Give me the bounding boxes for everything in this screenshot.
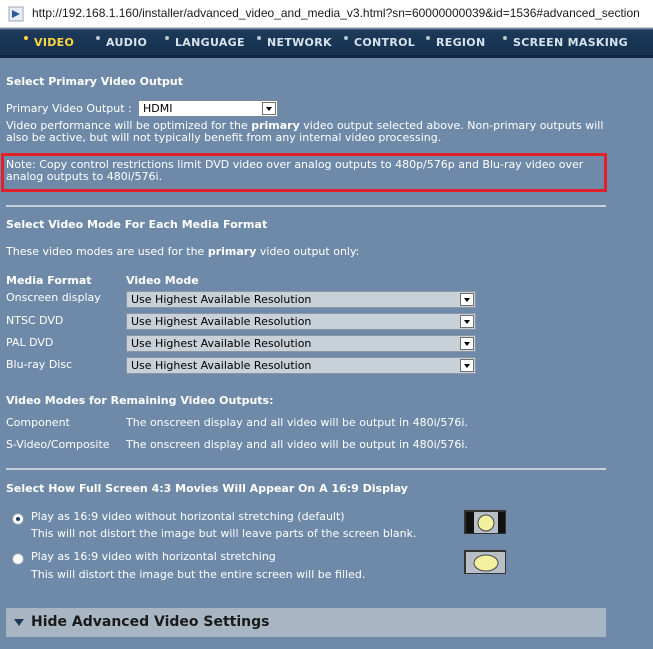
video-mode-select-bluray[interactable]: Use Highest Available Resolution <box>126 357 476 374</box>
primary-output-value: HDMI <box>143 102 173 115</box>
column-header-mode: Video Mode <box>126 274 199 287</box>
tab-label: AUDIO <box>106 36 148 49</box>
bullet-icon <box>503 36 507 40</box>
hide-advanced-settings-label: Hide Advanced Video Settings <box>31 614 270 630</box>
section-divider <box>6 205 606 207</box>
video-mode-value: Use Highest Available Resolution <box>131 293 312 306</box>
page-icon <box>8 6 24 22</box>
video-mode-select-onscreen[interactable]: Use Highest Available Resolution <box>126 291 476 308</box>
primary-output-description: Video performance will be optimized for … <box>6 120 606 144</box>
option-no-stretch-label[interactable]: Play as 16:9 video without horizontal st… <box>31 510 345 523</box>
chevron-down-icon <box>460 359 474 372</box>
format-pal-dvd-label: PAL DVD <box>6 336 54 349</box>
chevron-down-icon <box>460 315 474 328</box>
tab-label: NETWORK <box>267 36 332 49</box>
bullet-icon <box>257 36 261 40</box>
section-heading-modes: Select Video Mode For Each Media Format <box>6 218 268 231</box>
desc-text: video output only: <box>256 245 360 258</box>
section-heading-aspect: Select How Full Screen 4:3 Movies Will A… <box>6 482 408 495</box>
modes-description: These video modes are used for the prima… <box>6 245 359 258</box>
section-heading-remaining: Video Modes for Remaining Video Outputs: <box>6 394 274 407</box>
copy-control-note: Note: Copy control restrictions limit DV… <box>6 158 584 183</box>
format-ntsc-dvd-label: NTSC DVD <box>6 314 64 327</box>
desc-emphasis: primary <box>207 245 257 258</box>
tab-video[interactable]: VIDEO <box>24 30 74 56</box>
output-svideo-desc: The onscreen display and all video will … <box>126 438 468 451</box>
chevron-down-icon <box>262 102 276 115</box>
video-mode-value: Use Highest Available Resolution <box>131 315 312 328</box>
tab-network[interactable]: NETWORK <box>257 30 332 56</box>
column-header-format: Media Format <box>6 274 92 287</box>
url-field[interactable]: http://192.168.1.160/installer/advanced_… <box>32 6 640 20</box>
option-stretch-desc: This will distort the image but the enti… <box>31 568 366 581</box>
triangle-down-icon <box>14 619 24 626</box>
tab-control[interactable]: CONTROL <box>344 30 415 56</box>
hide-advanced-settings-toggle[interactable]: Hide Advanced Video Settings <box>6 608 606 637</box>
tab-screen-masking[interactable]: SCREEN MASKING <box>503 30 628 56</box>
stretch-preview-icon <box>464 550 506 574</box>
bullet-icon <box>165 36 169 40</box>
tab-region[interactable]: REGION <box>426 30 485 56</box>
no-stretch-preview-icon <box>464 510 506 534</box>
video-mode-value: Use Highest Available Resolution <box>131 359 312 372</box>
settings-tab-bar: VIDEO AUDIO LANGUAGE NETWORK CONTROL REG… <box>0 29 653 58</box>
tab-label: VIDEO <box>34 36 75 49</box>
radio-no-stretch[interactable] <box>12 513 24 525</box>
tab-label: REGION <box>436 36 486 49</box>
primary-output-label: Primary Video Output : <box>6 102 132 115</box>
section-divider <box>6 468 606 470</box>
tab-label: SCREEN MASKING <box>513 36 628 49</box>
bullet-icon <box>344 36 348 40</box>
output-component-desc: The onscreen display and all video will … <box>126 416 468 429</box>
bullet-icon <box>426 36 430 40</box>
output-svideo-label: S-Video/Composite <box>6 438 110 451</box>
chevron-down-icon <box>460 293 474 306</box>
chevron-down-icon <box>460 337 474 350</box>
video-mode-select-ntsc-dvd[interactable]: Use Highest Available Resolution <box>126 313 476 330</box>
format-onscreen-label: Onscreen display <box>6 291 101 304</box>
option-stretch-label[interactable]: Play as 16:9 video with horizontal stret… <box>31 550 276 563</box>
tab-label: CONTROL <box>354 36 416 49</box>
desc-text: These video modes are used for the <box>6 245 208 258</box>
section-heading-primary: Select Primary Video Output <box>6 75 184 88</box>
bullet-icon <box>96 36 100 40</box>
video-mode-value: Use Highest Available Resolution <box>131 337 312 350</box>
bullet-icon <box>24 36 28 40</box>
video-mode-select-pal-dvd[interactable]: Use Highest Available Resolution <box>126 335 476 352</box>
tab-label: LANGUAGE <box>175 36 245 49</box>
primary-output-select[interactable]: HDMI <box>138 100 278 117</box>
output-component-label: Component <box>6 416 70 429</box>
tab-audio[interactable]: AUDIO <box>96 30 147 56</box>
tab-language[interactable]: LANGUAGE <box>165 30 245 56</box>
address-bar: http://192.168.1.160/installer/advanced_… <box>0 0 653 28</box>
option-no-stretch-desc: This will not distort the image but will… <box>31 527 417 540</box>
radio-stretch[interactable] <box>12 553 24 565</box>
format-bluray-label: Blu-ray Disc <box>6 358 73 371</box>
